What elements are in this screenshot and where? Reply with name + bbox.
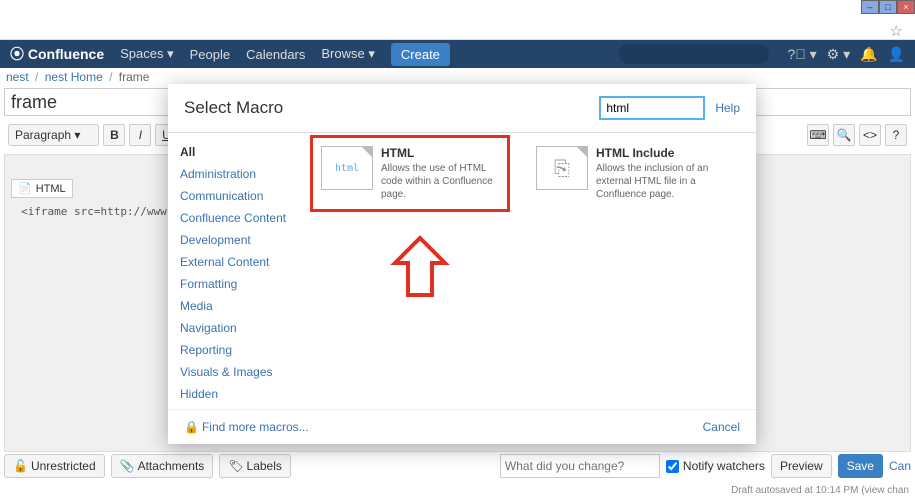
editor-bottom-bar: 🔓 Unrestricted 📎 Attachments 🏷 Labels No…	[4, 452, 911, 480]
bookmark-star-icon[interactable]: ☆	[890, 22, 903, 40]
notify-watchers-checkbox[interactable]: Notify watchers	[666, 459, 765, 473]
search-replace-button[interactable]: 🔍	[833, 124, 855, 146]
category-development[interactable]: Development	[180, 229, 296, 251]
close-window-button[interactable]: ×	[897, 0, 915, 14]
nav-spaces[interactable]: Spaces ▾	[120, 46, 174, 62]
category-all[interactable]: All	[180, 141, 296, 163]
breadcrumb-frame: frame	[119, 70, 150, 84]
find-more-macros-link[interactable]: 🔒 Find more macros...	[184, 420, 309, 434]
preview-button[interactable]: Preview	[771, 454, 832, 478]
confluence-logo[interactable]: ⦿ Confluence	[10, 44, 104, 64]
maximize-button[interactable]: □	[879, 0, 897, 14]
category-hidden[interactable]: Hidden	[180, 383, 296, 405]
help-icon[interactable]: ?⃝ ▾	[787, 46, 816, 63]
modal-body: All Administration Communication Conflue…	[168, 133, 756, 409]
attachments-button[interactable]: 📎 Attachments	[111, 454, 214, 478]
minimize-button[interactable]: –	[861, 0, 879, 14]
category-confluence-content[interactable]: Confluence Content	[180, 207, 296, 229]
source-button[interactable]: <>	[859, 124, 881, 146]
category-external-content[interactable]: External Content	[180, 251, 296, 273]
modal-header: Select Macro Help	[168, 84, 756, 133]
modal-title: Select Macro	[184, 98, 283, 118]
macro-result-title: HTML	[381, 146, 499, 160]
change-comment-input[interactable]	[500, 454, 660, 478]
category-media[interactable]: Media	[180, 295, 296, 317]
top-navbar: ⦿ Confluence Spaces ▾ People Calendars B…	[0, 40, 915, 68]
annotation-arrow-icon	[390, 233, 450, 303]
notifications-icon[interactable]: 🔔	[860, 46, 877, 63]
breadcrumb: nest / nest Home / frame	[6, 70, 149, 84]
bold-button[interactable]: B	[103, 124, 125, 146]
breadcrumb-nest-home[interactable]: nest Home	[45, 70, 103, 84]
macro-result-html-include[interactable]: ⎘ HTML Include Allows the inclusion of a…	[528, 138, 728, 209]
html-macro-chip[interactable]: 📄 HTML	[11, 179, 73, 198]
macro-categories: All Administration Communication Conflue…	[168, 133, 308, 409]
help-button[interactable]: ?	[885, 124, 907, 146]
restrictions-button[interactable]: 🔓 Unrestricted	[4, 454, 105, 478]
global-search-input[interactable]	[619, 44, 769, 64]
breadcrumb-nest[interactable]: nest	[6, 70, 29, 84]
page-icon: 📄	[18, 182, 32, 195]
macro-search-input[interactable]	[599, 96, 705, 120]
category-navigation[interactable]: Navigation	[180, 317, 296, 339]
browser-chrome: – □ × ☆	[0, 0, 915, 40]
select-macro-modal: Select Macro Help All Administration Com…	[168, 84, 756, 444]
save-button[interactable]: Save	[838, 454, 883, 478]
macro-result-desc: Allows the inclusion of an external HTML…	[596, 162, 720, 201]
paragraph-dropdown[interactable]: Paragraph ▾	[8, 124, 99, 146]
profile-icon[interactable]: 👤	[888, 46, 905, 63]
cancel-link[interactable]: Can	[889, 459, 911, 473]
keyboard-button[interactable]: ⌨	[807, 124, 829, 146]
category-reporting[interactable]: Reporting	[180, 339, 296, 361]
html-include-macro-icon: ⎘	[536, 146, 588, 190]
nav-people[interactable]: People	[190, 47, 230, 62]
macro-result-html[interactable]: html HTML Allows the use of HTML code wi…	[310, 135, 510, 212]
create-button[interactable]: Create	[391, 43, 450, 66]
macro-results: html HTML Allows the use of HTML code wi…	[308, 133, 756, 409]
labels-button[interactable]: 🏷 Labels	[219, 454, 291, 478]
category-communication[interactable]: Communication	[180, 185, 296, 207]
nav-browse[interactable]: Browse ▾	[321, 46, 375, 62]
nav-calendars[interactable]: Calendars	[246, 47, 305, 62]
modal-footer: 🔒 Find more macros... Cancel	[168, 409, 756, 444]
macro-result-title: HTML Include	[596, 146, 720, 160]
macro-result-desc: Allows the use of HTML code within a Con…	[381, 162, 499, 201]
html-macro-icon: html	[321, 146, 373, 190]
window-buttons: – □ ×	[861, 0, 915, 14]
category-formatting[interactable]: Formatting	[180, 273, 296, 295]
autosave-status: Draft autosaved at 10:14 PM (view chan	[731, 485, 909, 496]
italic-button[interactable]: I	[129, 124, 151, 146]
gear-icon[interactable]: ⚙ ▾	[827, 46, 850, 63]
modal-cancel-link[interactable]: Cancel	[703, 420, 740, 434]
category-administration[interactable]: Administration	[180, 163, 296, 185]
category-visuals-images[interactable]: Visuals & Images	[180, 361, 296, 383]
modal-help-link[interactable]: Help	[715, 101, 740, 115]
